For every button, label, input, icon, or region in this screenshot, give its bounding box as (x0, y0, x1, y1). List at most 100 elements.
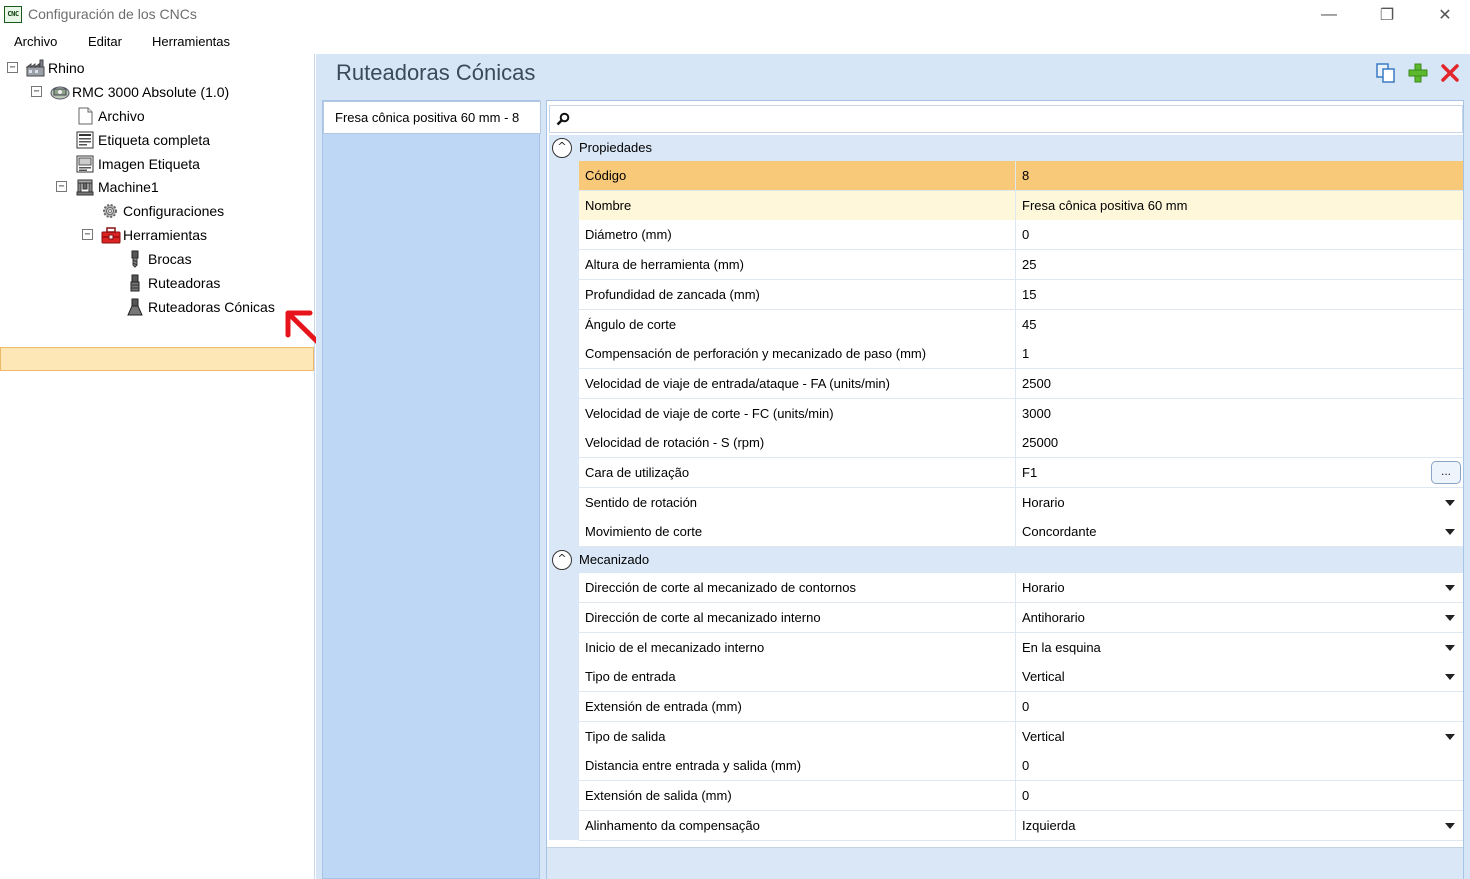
property-row[interactable]: Velocidad de viaje de entrada/ataque - F… (579, 368, 1463, 399)
property-row[interactable]: Diámetro (mm) 0 (579, 220, 1463, 251)
menu-archivo[interactable]: Archivo (14, 34, 57, 49)
property-value[interactable]: 0 (1016, 751, 1463, 780)
property-row[interactable]: Dirección de corte al mecanizado interno… (579, 602, 1463, 633)
property-value[interactable]: Antihorario (1016, 603, 1463, 632)
property-row[interactable]: Ángulo de corte 45 (579, 309, 1463, 340)
property-value-text: 3000 (1022, 405, 1051, 421)
collapse-toggle-icon[interactable]: ^ (552, 138, 572, 158)
dropdown-arrow-icon[interactable] (1445, 529, 1455, 536)
tree-node-rhino[interactable]: Rhino (25, 57, 85, 79)
property-value-text: Horario (1022, 494, 1065, 510)
category-row-mecanizado[interactable]: ^ Mecanizado (549, 547, 1463, 574)
tree-label: Herramientas (123, 227, 208, 243)
property-row[interactable]: Tipo de salida Vertical (579, 721, 1463, 752)
property-row[interactable]: Velocidad de viaje de corte - FC (units/… (579, 398, 1463, 429)
property-value[interactable]: F1... (1016, 458, 1463, 487)
title-bar: CNC Configuración de los CNCs — ❐ ✕ (0, 0, 1470, 30)
category-row-propiedades[interactable]: ^ Propiedades (549, 135, 1463, 161)
menu-editar[interactable]: Editar (88, 34, 122, 49)
property-value[interactable]: 1 (1016, 339, 1463, 368)
window-title: Configuración de los CNCs (28, 6, 197, 22)
property-row[interactable]: Altura de herramienta (mm) 25 (579, 250, 1463, 281)
add-icon[interactable] (1407, 62, 1429, 84)
dropdown-arrow-icon[interactable] (1445, 614, 1455, 621)
tree-node-herramientas[interactable]: Herramientas (101, 224, 207, 246)
property-value[interactable]: 0 (1016, 220, 1463, 249)
property-row[interactable]: Distancia entre entrada y salida (mm) 0 (579, 751, 1463, 782)
dropdown-arrow-icon[interactable] (1445, 644, 1455, 651)
expander-rhino[interactable]: − (7, 62, 18, 73)
property-value-text: Vertical (1022, 728, 1065, 744)
category-label: Mecanizado (579, 552, 650, 568)
property-value[interactable]: 0 (1016, 781, 1463, 810)
property-value[interactable]: Vertical (1016, 722, 1463, 751)
tree-node-etiqueta-completa[interactable]: Etiqueta completa (76, 129, 210, 151)
property-value[interactable]: 25 (1016, 250, 1463, 279)
tree-node-ruteadoras[interactable]: Ruteadoras (126, 272, 220, 294)
property-search-bar[interactable] (549, 105, 1463, 133)
property-row[interactable]: Código 8 (579, 161, 1463, 191)
property-name: Dirección de corte al mecanizado de cont… (579, 573, 1016, 603)
property-row[interactable]: Nombre Fresa cônica positiva 60 mm (579, 190, 1463, 221)
property-row[interactable]: Extensión de entrada (mm) 0 (579, 691, 1463, 722)
tool-list-item[interactable]: Fresa cônica positiva 60 mm - 8 (323, 101, 541, 134)
minimize-button[interactable]: — (1300, 0, 1358, 30)
expander-machine1[interactable]: − (56, 181, 67, 192)
property-row[interactable]: Compensación de perforación y mecanizado… (579, 339, 1463, 370)
property-row[interactable]: Movimiento de corte Concordante (579, 517, 1463, 548)
dropdown-arrow-icon[interactable] (1445, 499, 1455, 506)
property-value[interactable]: En la esquina (1016, 633, 1463, 662)
property-name: Profundidad de zancada (mm) (579, 279, 1016, 309)
property-value[interactable]: Horario (1016, 573, 1463, 602)
property-value[interactable]: Horario (1016, 488, 1463, 517)
tree-node-brocas[interactable]: Brocas (126, 248, 192, 270)
panel-title: Ruteadoras Cónicas (336, 60, 536, 85)
tree-node-machine1[interactable]: Machine1 (76, 176, 159, 198)
property-value[interactable]: 8 (1016, 161, 1463, 190)
property-row[interactable]: Inicio de el mecanizado interno En la esq… (579, 632, 1463, 663)
property-value[interactable]: Izquierda (1016, 811, 1463, 840)
property-value[interactable]: 25000 (1016, 428, 1463, 457)
property-value-text: En la esquina (1022, 639, 1101, 655)
ellipsis-button[interactable]: ... (1431, 461, 1461, 484)
restore-button[interactable]: ❐ (1358, 0, 1416, 30)
property-row[interactable]: Velocidad de rotación - S (rpm) 25000 (579, 428, 1463, 459)
copy-icon[interactable] (1375, 62, 1397, 84)
property-row[interactable]: Sentido de rotación Horario (579, 487, 1463, 518)
property-value[interactable]: 15 (1016, 280, 1463, 309)
property-row[interactable]: Dirección de corte al mecanizado de cont… (579, 573, 1463, 604)
property-value[interactable]: 45 (1016, 310, 1463, 339)
menu-herramientas[interactable]: Herramientas (152, 34, 230, 49)
property-name: Movimiento de corte (579, 517, 1016, 547)
menu-bar: Archivo Editar Herramientas (0, 30, 1470, 54)
property-row[interactable]: Cara de utilização F1... (579, 458, 1463, 488)
property-value[interactable]: 0 (1016, 692, 1463, 721)
dropdown-arrow-icon[interactable] (1445, 585, 1455, 592)
tree-node-archivo[interactable]: Archivo (76, 105, 145, 127)
property-row[interactable]: Tipo de entrada Vertical (579, 662, 1463, 693)
property-value[interactable]: 2500 (1016, 369, 1463, 398)
property-value-text: 25 (1022, 257, 1037, 273)
property-row[interactable]: Profundidad de zancada (mm) 15 (579, 279, 1463, 310)
property-row[interactable]: Alinhamento da compensação Izquierda (579, 810, 1463, 841)
tree-node-ruteadoras-conicas[interactable]: Ruteadoras Cónicas (126, 296, 275, 318)
property-value-text: Fresa cônica positiva 60 mm (1022, 197, 1188, 213)
dropdown-arrow-icon[interactable] (1445, 674, 1455, 681)
property-value[interactable]: Vertical (1016, 662, 1463, 691)
property-grid-body: ^ Propiedades Código 8 Nombre Fresa cônica po… (549, 135, 1463, 845)
collapse-toggle-icon[interactable]: ^ (552, 550, 572, 571)
close-button[interactable]: ✕ (1416, 0, 1470, 30)
delete-icon[interactable] (1439, 62, 1461, 84)
property-row[interactable]: Extensión de salida (mm) 0 (579, 781, 1463, 811)
tree-node-configuraciones[interactable]: Configuraciones (101, 200, 224, 222)
property-value[interactable]: Concordante (1016, 517, 1463, 546)
dropdown-arrow-icon[interactable] (1445, 733, 1455, 740)
expander-herramientas[interactable]: − (82, 229, 93, 240)
expander-rmc[interactable]: − (31, 86, 42, 97)
tree-node-rmc-3000[interactable]: RMC 3000 Absolute (1.0) (50, 81, 229, 103)
property-value[interactable]: 3000 (1016, 399, 1463, 428)
tree-node-imagen-etiqueta[interactable]: Imagen Etiqueta (76, 153, 200, 175)
property-value[interactable]: Fresa cônica positiva 60 mm (1016, 191, 1463, 220)
dropdown-arrow-icon[interactable] (1445, 822, 1455, 829)
tree-label: Ruteadoras Cónicas (148, 299, 275, 315)
